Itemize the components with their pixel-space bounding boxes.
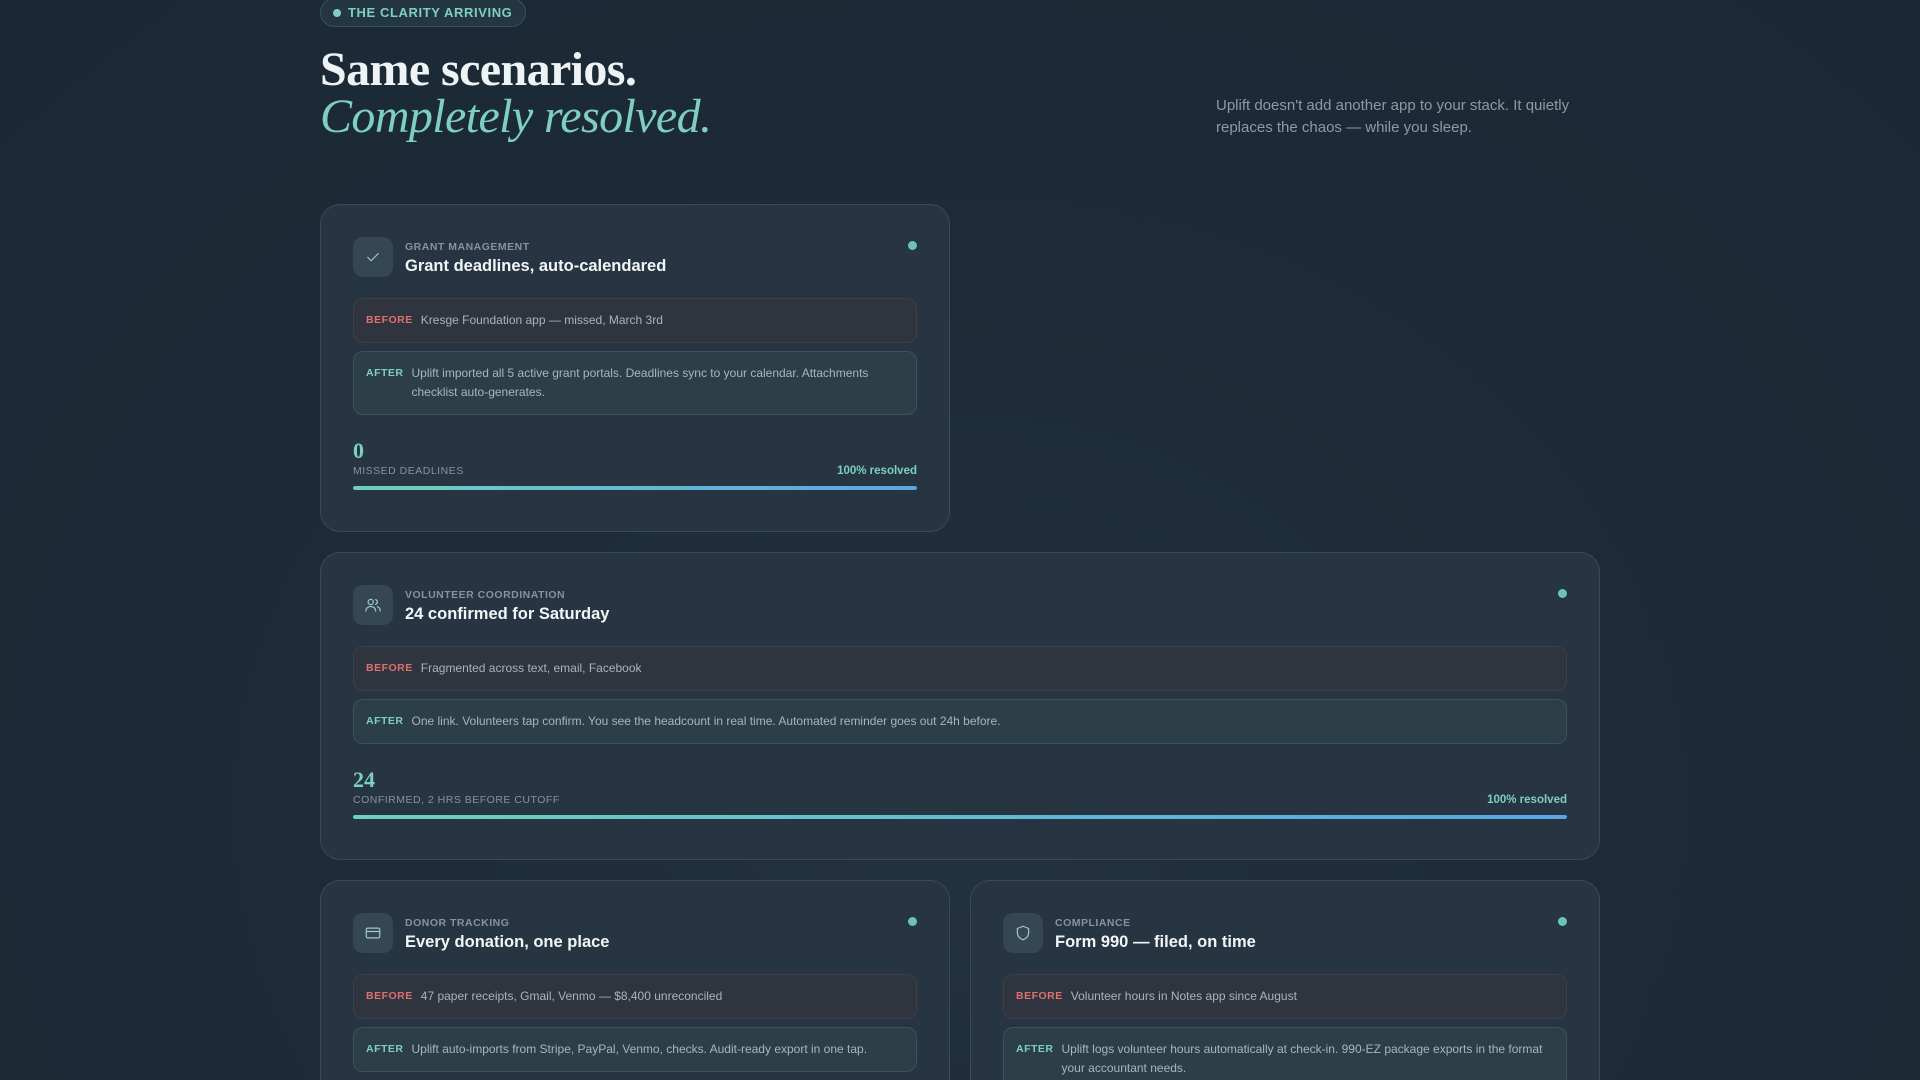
after-tag: AFTER [366,1043,404,1055]
resolved-label: 100% resolved [1487,794,1567,806]
before-text: Volunteer hours in Notes app since Augus… [1070,989,1297,1003]
card-title: 24 confirmed for Saturday [405,604,610,623]
after-text: One link. Volunteers tap confirm. You se… [411,714,1001,728]
status-dot [908,917,917,926]
after-row: AFTER Uplift auto-imports from Stripe, P… [353,1027,917,1072]
status-dot [1558,589,1567,598]
shield-icon [1016,925,1030,941]
status-dot [1558,917,1567,926]
after-row: AFTER Uplift imported all 5 active grant… [353,351,917,415]
scenario-card-compliance: COMPLIANCE Form 990 — filed, on time BEF… [970,880,1600,1080]
progress-fill [353,815,1567,819]
after-text: Uplift imported all 5 active grant porta… [411,366,869,399]
card-header: GRANT MANAGEMENT Grant deadlines, auto-c… [353,237,917,277]
after-text: Uplift logs volunteer hours automaticall… [1061,1042,1543,1075]
page-subtitle: Uplift doesn't add another app to your s… [1216,97,1570,136]
before-tag: BEFORE [1016,990,1063,1002]
before-row: BEFORE Volunteer hours in Notes app sinc… [1003,974,1567,1019]
before-text: Kresge Foundation app — missed, March 3r… [420,313,663,327]
metric-value: 24 [353,767,375,792]
metric-value: 0 [353,438,364,463]
before-tag: BEFORE [366,662,413,674]
progress-track [353,486,917,490]
check-icon [367,253,379,262]
after-text: Uplift auto-imports from Stripe, PayPal,… [411,1042,868,1056]
card-category: GRANT MANAGEMENT [405,240,530,253]
card-category: DONOR TRACKING [405,916,510,929]
before-tag: BEFORE [366,314,413,326]
resolved-label: 100% resolved [837,465,917,477]
after-tag: AFTER [366,367,404,379]
before-row: BEFORE Kresge Foundation app — missed, M… [353,298,917,343]
before-tag: BEFORE [366,990,413,1002]
users-icon [365,598,381,612]
before-text: Fragmented across text, email, Facebook [420,661,642,675]
status-dot [908,241,917,250]
card-icon-container [353,237,393,277]
card-title: Grant deadlines, auto-calendared [405,256,667,275]
section-badge: THE CLARITY ARRIVING [320,0,527,27]
before-row: BEFORE 47 paper receipts, Gmail, Venmo —… [353,974,917,1019]
metric-label: CONFIRMED, 2 HRS BEFORE CUTOFF [353,794,560,806]
card-title: Every donation, one place [405,932,610,951]
before-text: 47 paper receipts, Gmail, Venmo — $8,400… [420,989,723,1003]
card-category: VOLUNTEER COORDINATION [405,588,566,601]
page-title-accent: Completely resolved. [320,90,712,143]
progress-fill [353,486,917,490]
badge-label: THE CLARITY ARRIVING [348,5,513,20]
card-icon-container [1003,913,1043,953]
scenario-card-volunteer-coordination: VOLUNTEER COORDINATION 24 confirmed for … [320,552,1600,860]
badge-dot [333,8,341,17]
after-tag: AFTER [1016,1043,1054,1055]
after-row: AFTER One link. Volunteers tap confirm. … [353,699,1567,744]
credit-card-icon [365,927,381,939]
card-header: VOLUNTEER COORDINATION 24 confirmed for … [353,585,1567,625]
card-icon-container [353,913,393,953]
scenario-card-donor-tracking: DONOR TRACKING Every donation, one place… [320,880,950,1080]
card-header: DONOR TRACKING Every donation, one place [353,913,917,953]
card-title: Form 990 — filed, on time [1055,932,1256,951]
card-category: COMPLIANCE [1055,916,1131,929]
metric-label: MISSED DEADLINES [353,465,464,477]
card-icon-container [353,585,393,625]
scenario-card-grant-management: GRANT MANAGEMENT Grant deadlines, auto-c… [320,204,950,532]
after-row: AFTER Uplift logs volunteer hours automa… [1003,1027,1567,1080]
progress-track [353,815,1567,819]
after-tag: AFTER [366,715,404,727]
card-header: COMPLIANCE Form 990 — filed, on time [1003,913,1567,953]
before-row: BEFORE Fragmented across text, email, Fa… [353,646,1567,691]
